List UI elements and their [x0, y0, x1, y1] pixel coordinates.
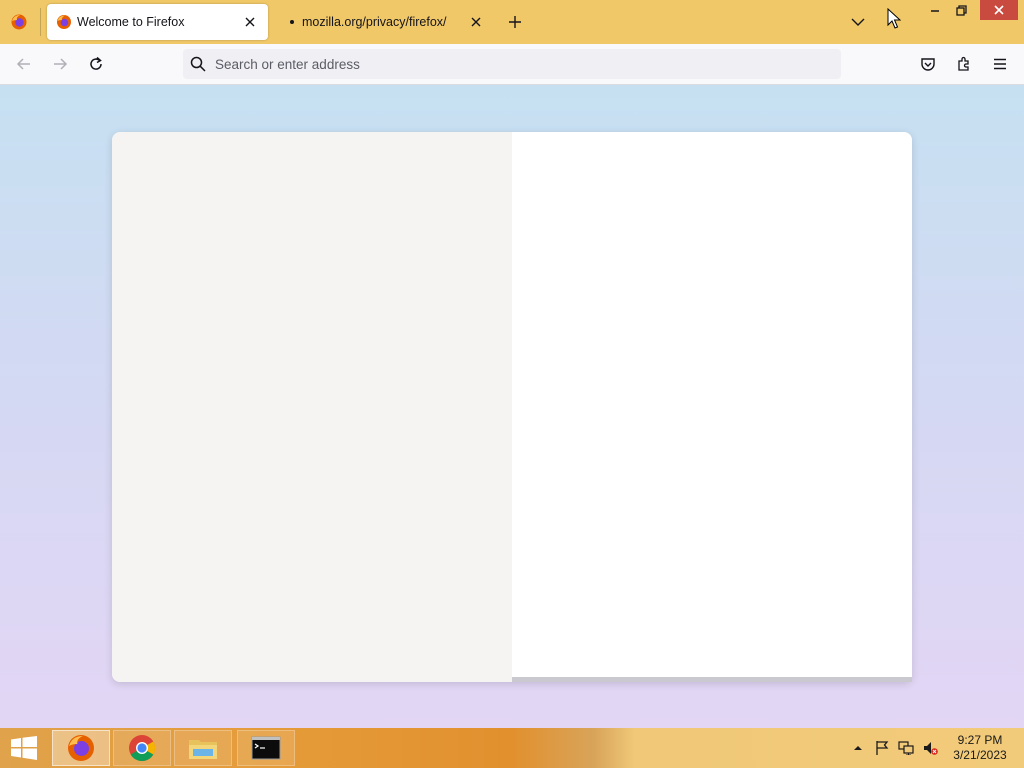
tab-title: Welcome to Firefox	[77, 15, 185, 29]
mouse-cursor-icon	[887, 8, 901, 29]
chrome-icon	[129, 735, 156, 762]
firefox-icon	[56, 14, 72, 30]
navigation-toolbar	[0, 44, 1024, 85]
file-explorer-icon	[189, 740, 217, 759]
pocket-icon	[921, 58, 935, 71]
plus-icon	[509, 16, 521, 28]
taskbar-chrome[interactable]	[113, 730, 171, 766]
forward-icon	[54, 58, 68, 70]
welcome-card-left-panel	[112, 132, 512, 682]
restore-button[interactable]	[948, 0, 974, 20]
close-window-button[interactable]	[980, 0, 1018, 20]
reload-icon	[90, 56, 102, 70]
desktop-screen: Welcome to Firefox mozilla.org/privacy/f…	[0, 0, 1024, 768]
network-icon[interactable]	[898, 740, 914, 756]
tab-title: mozilla.org/privacy/firefox/	[302, 15, 447, 29]
back-icon	[16, 58, 30, 70]
action-center-flag-icon[interactable]	[874, 740, 890, 756]
tab-welcome[interactable]: Welcome to Firefox	[47, 4, 268, 40]
save-to-pocket-button[interactable]	[916, 52, 940, 76]
forward-button[interactable]	[48, 52, 72, 76]
minimize-button[interactable]	[922, 0, 948, 20]
chevron-down-icon	[851, 18, 865, 26]
close-icon	[994, 5, 1004, 15]
system-clock[interactable]: 9:27 PM 3/21/2023	[944, 733, 1016, 763]
application-menu-button[interactable]	[988, 52, 1012, 76]
tab-strip: Welcome to Firefox mozilla.org/privacy/f…	[0, 0, 1024, 44]
command-prompt-icon	[251, 736, 281, 760]
restore-icon	[955, 4, 967, 16]
tab-strip-divider	[40, 8, 41, 36]
extensions-button[interactable]	[952, 52, 976, 76]
taskbar-file-explorer[interactable]	[174, 730, 232, 766]
taskbar-command-prompt[interactable]	[237, 730, 295, 766]
firefox-icon	[68, 735, 94, 761]
page-content	[0, 85, 1024, 728]
close-tab-icon[interactable]	[240, 12, 260, 32]
list-all-tabs-button[interactable]	[846, 10, 870, 34]
back-button[interactable]	[12, 52, 36, 76]
windows-logo-icon	[11, 736, 37, 760]
welcome-card-right-panel	[512, 132, 912, 682]
firefox-view-icon[interactable]	[8, 11, 30, 33]
loading-dot-icon	[290, 20, 294, 24]
show-hidden-icons[interactable]	[850, 740, 866, 756]
menu-icon	[994, 58, 1006, 70]
close-tab-icon[interactable]	[466, 12, 486, 32]
minimize-icon	[931, 10, 939, 12]
tab-privacy[interactable]: mozilla.org/privacy/firefox/	[276, 4, 494, 40]
volume-muted-icon[interactable]	[922, 740, 938, 756]
windows-taskbar: 9:27 PM 3/21/2023	[0, 728, 1024, 768]
new-tab-button[interactable]	[503, 10, 527, 34]
clock-time: 9:27 PM	[957, 733, 1003, 747]
taskbar-firefox[interactable]	[52, 730, 110, 766]
reload-button[interactable]	[84, 52, 108, 76]
search-icon	[190, 56, 206, 72]
start-button[interactable]	[8, 734, 40, 762]
extensions-icon	[958, 56, 969, 71]
address-input[interactable]	[215, 49, 815, 79]
clock-date: 3/21/2023	[953, 748, 1007, 762]
address-bar[interactable]	[183, 49, 841, 79]
